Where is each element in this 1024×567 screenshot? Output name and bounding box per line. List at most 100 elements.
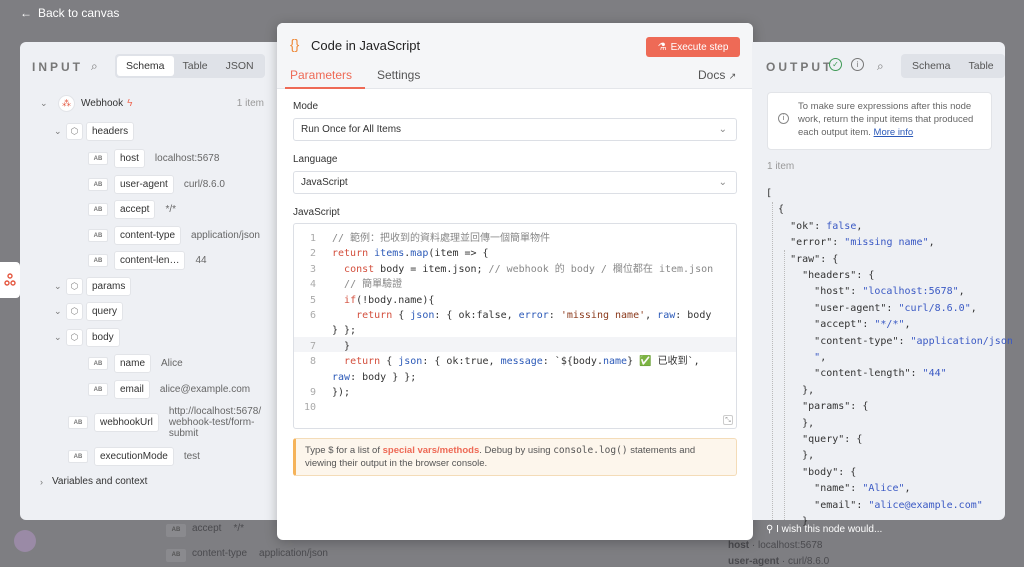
json-line: "body": { — [802, 466, 857, 478]
field-key[interactable]: accept — [114, 200, 156, 219]
bg-row: AB content-type application/json — [166, 548, 328, 562]
string-type-icon: AB — [88, 357, 108, 370]
view-table-button[interactable]: Table — [174, 56, 217, 76]
field-value: Alice — [161, 358, 183, 369]
search-icon[interactable]: ⌕ — [877, 59, 884, 74]
trigger-bolt-icon: ϟ — [127, 98, 133, 109]
external-link-icon: ↗ — [728, 71, 737, 81]
code-text: }); — [332, 387, 351, 398]
output-item-count: 1 item — [767, 161, 795, 172]
tree-field[interactable]: ⌄ ⬡ params — [54, 277, 141, 296]
code-label: JavaScript — [293, 207, 340, 218]
json-line: }, — [766, 450, 815, 462]
field-value: application/json — [191, 230, 260, 241]
input-panel: INPUT ⌕ Schema Table JSON ⌄ ⁂ Webhook ϟ … — [20, 42, 278, 520]
chevron-down-icon[interactable]: ⌄ — [54, 281, 66, 292]
code-line: 1 // 範例：把收到的資料處理並回傳一個簡單物件 — [294, 231, 736, 246]
line-number: 3 — [309, 263, 316, 275]
code-text: raw: body } }; — [332, 371, 417, 383]
line-number: 6 — [309, 310, 316, 321]
json-line: "error": "missing name", — [790, 237, 935, 249]
code-line: 4 // 簡單驗證 — [294, 277, 736, 292]
field-key[interactable]: params — [86, 277, 132, 296]
code-text: return items.map(item => { — [332, 248, 489, 260]
code-line: 9}); — [294, 385, 736, 400]
json-line: "params": { — [802, 401, 869, 413]
field-key[interactable]: email — [114, 380, 150, 399]
tree-field[interactable]: AB content-type application/json — [88, 226, 260, 245]
output-title: OUTPUT — [766, 60, 834, 74]
chevron-down-icon: ⌄ — [718, 177, 727, 188]
chevron-down-icon[interactable]: ⌄ — [54, 126, 66, 137]
field-key[interactable]: executionMode — [94, 447, 174, 466]
chevron-down-icon: ⌄ — [718, 124, 727, 135]
tab-parameters[interactable]: Parameters — [290, 68, 352, 82]
tree-field[interactable]: AB webhookUrl http://localhost:5678/ webho… — [68, 406, 269, 439]
field-key[interactable]: host — [114, 149, 145, 168]
tree-field[interactable]: AB email alice@example.com — [88, 380, 250, 399]
code-line: 8 return { json: { ok:true, message: `${… — [294, 354, 736, 369]
chevron-down-icon[interactable]: ⌄ — [54, 306, 66, 317]
view-json-button[interactable]: JSON — [217, 56, 263, 76]
field-value: test — [183, 451, 200, 462]
json-line: "content-length": "44" — [814, 368, 947, 380]
special-vars-link[interactable]: special vars/methods — [383, 445, 480, 456]
tree-field[interactable]: AB host localhost:5678 — [88, 149, 219, 168]
json-line: }, — [766, 417, 815, 429]
resize-handle-icon[interactable]: ⤡ — [723, 415, 733, 425]
language-select[interactable]: JavaScript ⌄ — [293, 171, 737, 194]
field-key[interactable]: headers — [86, 122, 135, 141]
json-line: "raw": { — [790, 253, 839, 265]
field-key[interactable]: body — [86, 328, 120, 347]
code-text: // 範例：把收到的資料處理並回傳一個簡單物件 — [332, 233, 551, 244]
more-info-link[interactable]: More info — [874, 127, 914, 138]
field-key[interactable]: query — [86, 302, 124, 321]
feedback-link[interactable]: ⚲ I wish this node would... — [766, 524, 882, 535]
node-title[interactable]: Code in JavaScript — [311, 38, 420, 53]
json-line: }, — [766, 384, 815, 396]
chevron-down-icon[interactable]: ⌄ — [54, 332, 66, 343]
arrow-left-icon: ← — [20, 6, 32, 20]
json-line: "user-agent": "curl/8.6.0", — [814, 302, 977, 314]
json-line: "ok": false, — [790, 220, 863, 232]
variables-and-context[interactable]: › Variables and context — [40, 476, 147, 487]
view-schema-button[interactable]: Schema — [903, 56, 960, 76]
line-number: 10 — [303, 402, 316, 414]
object-icon: ⬡ — [66, 278, 83, 295]
webhook-icon: ⁂ — [58, 95, 75, 112]
tree-field[interactable]: AB name Alice — [88, 354, 183, 373]
view-table-button[interactable]: Table — [960, 56, 1003, 76]
code-editor[interactable]: 1 // 範例：把收到的資料處理並回傳一個簡單物件 2 return items.ma… — [293, 223, 737, 429]
avatar[interactable] — [14, 530, 36, 552]
code-hint: Type $ for a list of special vars/method… — [293, 438, 737, 476]
tree-field[interactable]: ⌄ ⬡ headers — [54, 122, 144, 141]
back-to-canvas-link[interactable]: ← Back to canvas — [20, 6, 119, 20]
mode-select[interactable]: Run Once for All Items ⌄ — [293, 118, 737, 141]
object-icon: ⬡ — [66, 329, 83, 346]
tree-field[interactable]: ⌄ ⬡ body — [54, 328, 130, 347]
field-key[interactable]: webhookUrl — [94, 413, 159, 432]
field-key[interactable]: content-len… — [114, 251, 186, 270]
field-key[interactable]: content-type — [114, 226, 182, 245]
info-icon[interactable]: i — [851, 58, 864, 71]
json-line: [ — [766, 188, 773, 199]
line-number: 9 — [309, 387, 316, 398]
search-icon[interactable]: ⌕ — [91, 59, 98, 74]
field-key[interactable]: name — [114, 354, 152, 373]
view-schema-button[interactable]: Schema — [117, 56, 174, 76]
tab-settings[interactable]: Settings — [377, 68, 420, 82]
tree-field[interactable]: AB accept */* — [88, 200, 176, 219]
code-line: } }; — [294, 323, 736, 338]
execute-step-button[interactable]: ⚗ Execute step — [646, 37, 740, 57]
tree-node-webhook[interactable]: ⌄ ⁂ Webhook ϟ — [40, 95, 132, 112]
docs-link[interactable]: Docs ↗ — [698, 68, 736, 82]
tree-field[interactable]: ⌄ ⬡ query — [54, 302, 133, 321]
bg-row: user-agent · curl/8.6.0 — [728, 556, 830, 567]
bg-row: AB accept */* — [166, 523, 244, 537]
n8n-logo-icon[interactable] — [0, 262, 20, 298]
tree-field[interactable]: AB user-agent curl/8.6.0 — [88, 175, 225, 194]
tree-field[interactable]: AB content-len… 44 — [88, 251, 207, 270]
tree-field[interactable]: AB executionMode test — [68, 447, 200, 466]
field-key[interactable]: user-agent — [114, 175, 174, 194]
output-panel: OUTPUT ✓ i ⌕ Schema Table i To make sure… — [752, 42, 1013, 535]
